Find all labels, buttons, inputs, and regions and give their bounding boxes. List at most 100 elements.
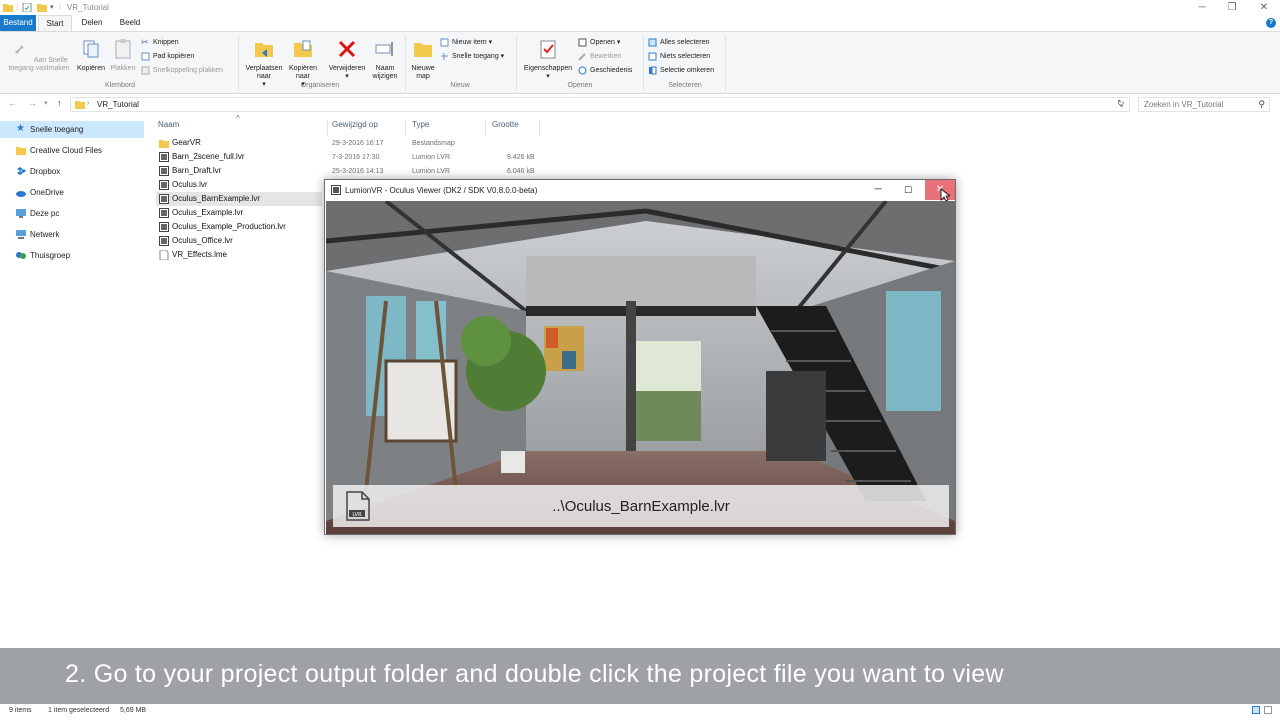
sort-ascending-icon: ^ (236, 114, 240, 123)
back-icon[interactable]: ← (8, 98, 17, 108)
ribbon: Aan Snelle toegang vastmaken Kopiëren Pl… (0, 31, 1280, 94)
new-folder-quick-icon[interactable] (37, 3, 47, 12)
column-header-naam[interactable]: Naam ^ (152, 114, 328, 136)
ribbon-tabs: Bestand Start Delen Beeld (0, 15, 1280, 31)
quick-access-dropdown-icon[interactable]: ▾ (50, 3, 54, 11)
search-icon[interactable]: ⚲ (1258, 99, 1265, 110)
up-icon[interactable]: ↑ (57, 98, 62, 108)
status-selected-size: 5,69 MB (120, 707, 147, 714)
file-size: 9.426 kB (507, 154, 535, 161)
easy-access-icon (441, 52, 448, 60)
new-folder-icon (414, 43, 432, 57)
column-header-grootte[interactable]: Grootte (486, 120, 540, 136)
file-type: Bestandsmap (412, 140, 455, 147)
file-row-vr-effects[interactable]: VR_Effects.lme (156, 248, 322, 262)
vr-scene-preview: LVR ..\Oculus_BarnExample.lvr (326, 201, 955, 534)
copy-button[interactable]: Kopiëren (74, 38, 108, 73)
file-row-oculus-example[interactable]: Oculus_Example.lvr (156, 206, 322, 220)
new-item-button[interactable]: Nieuw item ▾ (440, 36, 492, 49)
delete-button[interactable]: Verwijderen ▾ (324, 38, 370, 81)
history-button[interactable]: Geschiedenis (578, 64, 632, 77)
search-placeholder: Zoeken in VR_Tutorial (1144, 100, 1224, 109)
refresh-icon[interactable]: ↻ (1117, 98, 1125, 109)
new-folder-button[interactable]: Nieuwe map (408, 38, 438, 81)
easy-access-button[interactable]: Snelle toegang ▾ (440, 50, 504, 63)
new-item-icon (440, 38, 449, 47)
properties-button[interactable]: Eigenschappen ▾ (520, 38, 576, 81)
forward-icon[interactable]: → (28, 98, 37, 108)
file-row-oculus[interactable]: Oculus.lvr (156, 178, 322, 192)
tab-delen[interactable]: Delen (74, 15, 110, 31)
properties-icon (540, 40, 556, 59)
address-bar[interactable]: › VR_Tutorial ⌄ (70, 97, 1130, 112)
file-row-barn-2scene[interactable]: Barn_2scene_full.lvr (156, 150, 322, 164)
invert-selection-button[interactable]: Selectie omkeren (648, 64, 714, 77)
help-icon[interactable]: ? (1266, 18, 1276, 28)
open-button[interactable]: Openen ▾ (578, 36, 620, 49)
viewer-maximize-button[interactable]: ☐ (893, 180, 923, 200)
title-bar: | ▾ | VR_Tutorial ─ ❐ ✕ (0, 0, 1280, 15)
select-all-icon (648, 38, 657, 47)
group-label-openen: Openen (567, 82, 593, 89)
folder-icon (75, 101, 85, 109)
file-row-barn-draft[interactable]: Barn_Draft.lvr (156, 164, 322, 178)
file-name: Oculus_Example.lvr (172, 208, 244, 217)
viewer-minimize-button[interactable]: ─ (863, 180, 893, 200)
paste-shortcut-button[interactable]: Snelkoppeling plakken (141, 64, 223, 77)
column-header-type[interactable]: Type (406, 120, 486, 136)
file-name: Oculus_BarnExample.lvr (172, 194, 261, 203)
group-label-klembord: Klembord (105, 82, 135, 89)
nav-item-snelle-toegang[interactable]: ★ Snelle toegang (0, 121, 144, 138)
rename-button[interactable]: Naam wijzigen (368, 38, 402, 81)
computer-icon (16, 209, 26, 218)
nav-item-dropbox[interactable]: Dropbox (0, 163, 144, 180)
lvr-file-icon (159, 166, 169, 176)
nav-item-creative-cloud[interactable]: Creative Cloud Files (0, 142, 144, 159)
recent-dropdown-icon[interactable]: ▾ (44, 99, 48, 107)
loading-file-name: ..\Oculus_BarnExample.lvr (552, 498, 730, 515)
tab-start[interactable]: Start (38, 15, 72, 31)
file-name: Oculus_Office.lvr (172, 236, 233, 245)
viewer-title: LumionVR - Oculus Viewer (DK2 / SDK V0.8… (345, 186, 538, 195)
edit-button[interactable]: Bewerken (578, 50, 621, 63)
file-row-gearvr[interactable]: GearVR (156, 136, 322, 150)
select-none-button[interactable]: Niets selecteren (648, 50, 710, 63)
details-view-icon[interactable] (1252, 706, 1260, 714)
column-header-gewijzigd-op[interactable]: Gewijzigd op (326, 120, 406, 136)
mouse-cursor-icon (940, 188, 950, 202)
group-label-nieuw: Nieuw (450, 82, 470, 89)
edit-icon (578, 52, 586, 61)
nav-item-deze-pc[interactable]: Deze pc (0, 205, 144, 222)
file-row-oculus-example-production[interactable]: Oculus_Example_Production.lvr (156, 220, 322, 234)
properties-quick-icon[interactable] (22, 3, 32, 12)
nav-item-netwerk[interactable]: Netwerk (0, 226, 144, 243)
tab-bestand[interactable]: Bestand (0, 15, 36, 31)
lvr-file-icon (159, 180, 169, 190)
paste-button[interactable]: Plakken (108, 38, 138, 73)
close-button[interactable]: ✕ (1250, 0, 1278, 15)
lumion-app-icon (331, 185, 341, 195)
tutorial-caption: 2. Go to your project output folder and … (0, 648, 1280, 704)
folder-icon (3, 4, 13, 12)
file-name: Oculus_Example_Production.lvr (172, 222, 286, 231)
search-input[interactable]: Zoeken in VR_Tutorial ⚲ (1138, 97, 1270, 112)
network-icon (16, 230, 26, 239)
oculus-viewer-window[interactable]: LumionVR - Oculus Viewer (DK2 / SDK V0.8… (324, 179, 956, 535)
file-row-oculus-office[interactable]: Oculus_Office.lvr (156, 234, 322, 248)
select-all-button[interactable]: Alles selecteren (648, 36, 709, 49)
minimize-button[interactable]: ─ (1188, 0, 1216, 15)
nav-item-onedrive[interactable]: OneDrive (0, 184, 144, 201)
file-type: Lumion LVR (412, 168, 451, 175)
file-row-oculus-barnexample[interactable]: Oculus_BarnExample.lvr (156, 192, 322, 206)
file-name: GearVR (172, 138, 201, 147)
large-icons-view-icon[interactable] (1264, 706, 1272, 714)
tab-beeld[interactable]: Beeld (112, 15, 148, 31)
cloud-icon (16, 147, 26, 155)
pin-quick-access-button[interactable]: Aan Snelle toegang vastmaken (4, 38, 74, 73)
maximize-button[interactable]: ❐ (1218, 0, 1246, 15)
copy-path-button[interactable]: Pad kopiëren (141, 50, 194, 63)
file-name: Barn_Draft.lvr (172, 166, 222, 175)
cut-button[interactable]: ✂ Knippen (141, 36, 179, 49)
nav-item-thuisgroep[interactable]: Thuisgroep (0, 247, 144, 264)
address-row: ← → ▾ ↑ › VR_Tutorial ⌄ ↻ Zoeken in VR_T… (0, 94, 1280, 114)
